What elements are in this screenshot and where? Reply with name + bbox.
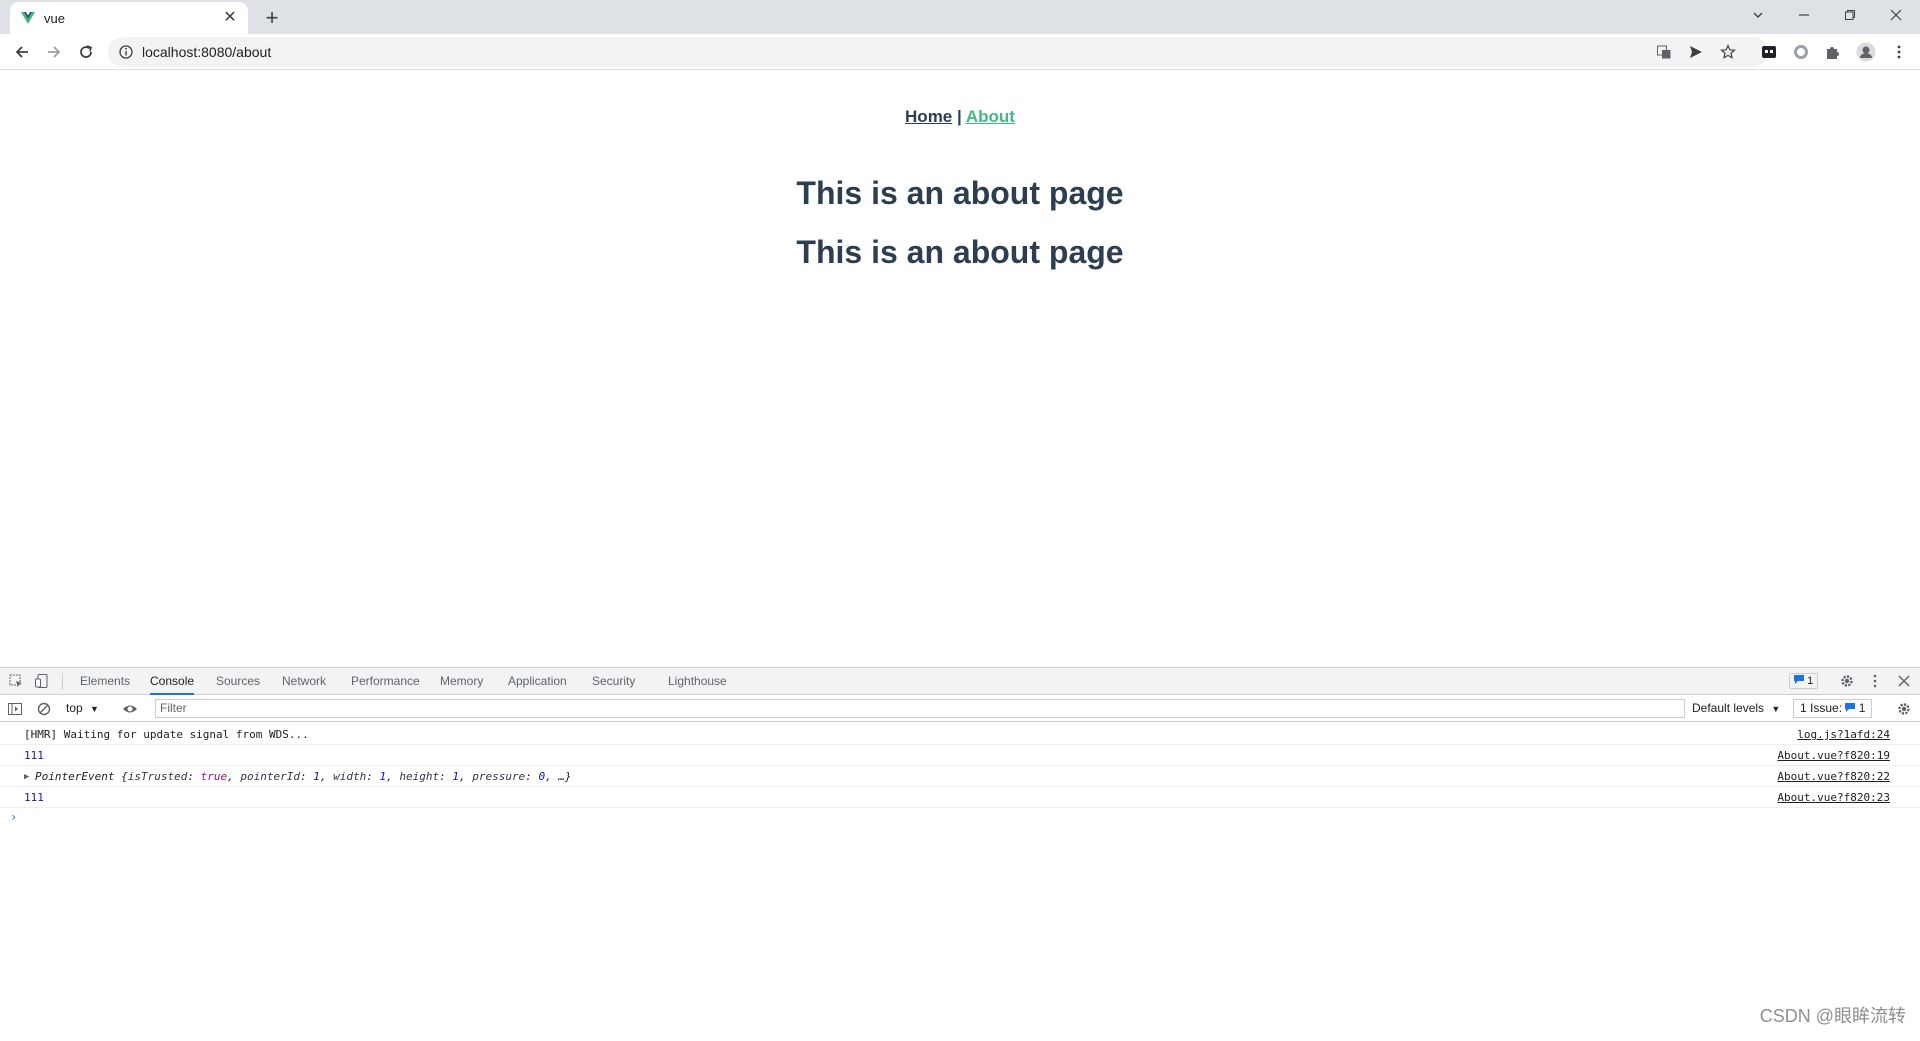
forward-icon[interactable] [40,38,68,66]
devtools-tabbar: Elements Console Sources Network Perform… [0,668,1920,695]
extensions-puzzle-icon[interactable] [1824,43,1842,61]
tab-lighthouse[interactable]: Lighthouse [668,668,727,695]
site-info-icon[interactable] [118,44,134,60]
tab-console[interactable]: Console [150,668,195,695]
record-extension-icon[interactable] [1792,43,1810,61]
close-tab-icon[interactable]: ✕ [220,8,240,28]
web-page: Home | About This is an about page This … [0,71,1920,667]
settings-gear-icon[interactable] [1839,673,1855,689]
message-icon [1794,675,1804,684]
prop-value: 1 [313,770,320,783]
log-source-link[interactable]: About.vue?f820:23 [1777,788,1890,808]
tab-memory[interactable]: Memory [440,668,483,695]
console-toolbar: top ▼ Filter Default levels ▼ 1 Issue: 1 [0,696,1920,722]
close-devtools-icon[interactable] [1896,673,1912,689]
tab-security[interactable]: Security [592,668,635,695]
log-message: [HMR] Waiting for update signal from WDS… [24,728,309,741]
devtools-menu-icon[interactable] [1867,673,1883,689]
vue-logo-icon [21,12,35,24]
issues-label: 1 Issue: [1800,701,1843,715]
expand-triangle-icon[interactable]: ▶ [24,767,29,787]
chrome-menu-icon[interactable] [1890,43,1908,61]
log-levels-label: Default levels [1692,701,1765,715]
log-row: ▶ PointerEvent {isTrusted: true, pointer… [0,767,1920,787]
messages-count: 1 [1807,675,1814,687]
clear-console-icon[interactable] [36,701,52,717]
context-label: top [66,701,83,715]
caret-down-icon: ▼ [90,704,99,714]
tab-elements[interactable]: Elements [80,668,130,695]
watermark: CSDN @眼眸流转 [1759,1006,1906,1026]
caret-down-icon: ▼ [1771,704,1781,714]
translate-icon[interactable] [1656,44,1672,60]
log-row: 111 About.vue?f820:23 [0,788,1920,808]
message-icon [1845,703,1856,712]
address-bar[interactable]: localhost:8080/about [108,37,1768,67]
browser-tab[interactable]: vue ✕ [10,2,248,34]
prop-value: 1 [452,770,459,783]
console-log-area: [HMR] Waiting for update signal from WDS… [0,723,1920,1041]
close-window-icon[interactable] [1873,0,1919,30]
nav-home-link[interactable]: Home [905,107,952,126]
messages-badge[interactable]: 1 [1789,673,1819,689]
prop-value: true [200,770,228,783]
restore-icon[interactable] [1827,0,1873,30]
prop-value: 1 [379,770,387,783]
tab-network[interactable]: Network [282,668,326,695]
tab-title: vue [44,11,65,26]
tab-strip: vue ✕ + [0,0,1920,34]
page-heading: This is an about page [796,234,1124,270]
show-sidebar-icon[interactable] [7,701,23,717]
live-expression-eye-icon[interactable] [122,701,138,717]
bookmark-star-icon[interactable] [1720,44,1736,60]
console-settings-gear-icon[interactable] [1896,701,1912,717]
log-row: [HMR] Waiting for update signal from WDS… [0,725,1920,745]
prop-value: 0 [538,770,546,783]
new-tab-button[interactable]: + [258,4,286,32]
issues-count: 1 [1858,701,1866,715]
reload-icon[interactable] [72,38,100,66]
filter-placeholder: Filter [160,701,187,715]
send-icon[interactable] [1688,44,1704,60]
inspect-element-icon[interactable] [8,673,24,689]
log-object[interactable]: PointerEvent {isTrusted: true, pointerId… [35,767,572,787]
nav-about-link[interactable]: About [966,107,1015,126]
log-message: 111 [24,749,44,762]
tab-application[interactable]: Application [508,668,567,695]
log-source-link[interactable]: log.js?1afd:24 [1797,725,1890,745]
nav-separator: | [957,107,962,126]
devtools-panel: Elements Console Sources Network Perform… [0,667,1920,1040]
log-levels-dropdown[interactable]: Default levels ▼ [1692,701,1780,715]
context-selector[interactable]: top ▼ [66,701,99,715]
log-source-link[interactable]: About.vue?f820:19 [1777,746,1890,766]
browser-toolbar: localhost:8080/about [0,34,1920,70]
console-prompt[interactable]: › [10,810,17,824]
router-nav: Home | About [0,107,1920,127]
object-name: PointerEvent [35,770,115,783]
url-text[interactable]: localhost:8080/about [142,44,271,60]
issues-button[interactable]: 1 Issue: 1 [1793,699,1873,718]
log-row: 111 About.vue?f820:19 [0,746,1920,766]
back-icon[interactable] [8,38,36,66]
log-source-link[interactable]: About.vue?f820:22 [1777,767,1890,787]
tab-search-icon[interactable] [1735,0,1781,30]
profile-avatar-icon[interactable] [1856,42,1876,62]
divider [62,673,63,690]
tab-performance[interactable]: Performance [351,668,420,695]
log-message: 111 [24,791,44,804]
device-toolbar-icon[interactable] [34,673,50,689]
page-heading: This is an about page [796,175,1124,211]
tab-sources[interactable]: Sources [216,668,260,695]
minimize-icon[interactable] [1781,0,1827,30]
filter-input[interactable]: Filter [155,699,1685,718]
extension-icon[interactable] [1760,43,1778,61]
